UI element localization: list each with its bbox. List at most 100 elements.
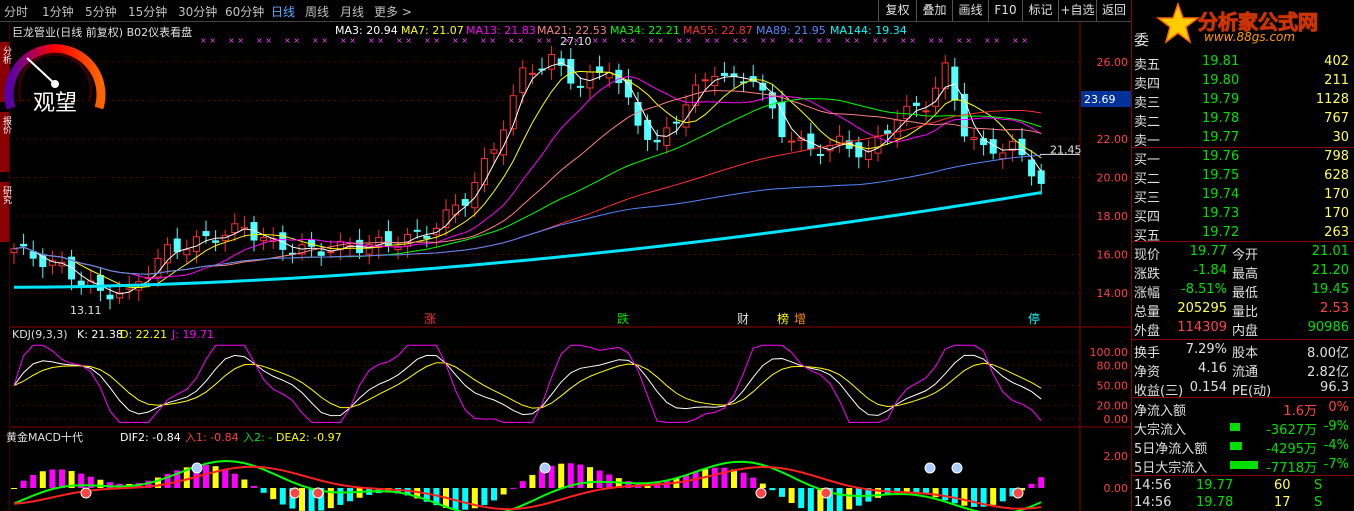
macd-bar: [241, 479, 248, 488]
macd-signal-dot: [1012, 487, 1024, 499]
bid-level-2[interactable]: 买二 19.75 628: [1134, 167, 1353, 187]
bid-price: 19.73: [1202, 206, 1240, 221]
macd-bar: [203, 464, 209, 488]
candle-body: [576, 85, 584, 88]
flow-label: 大宗流入: [1134, 423, 1187, 438]
signal-marker: × ×: [816, 36, 832, 45]
candle-body: [912, 102, 920, 106]
signal-marker: × ×: [760, 36, 776, 45]
ask-level-1[interactable]: 卖一 19.77 30: [1134, 129, 1353, 149]
signal-marker: × ×: [228, 36, 244, 45]
finance-value: 96.3: [1320, 380, 1349, 395]
kdj-d: D: 22.21: [120, 328, 167, 341]
event-tag: 增: [794, 312, 806, 326]
tick-time: 14:56: [1134, 478, 1172, 493]
candle-body: [327, 251, 335, 254]
bid-level-4[interactable]: 买四 19.73 170: [1134, 205, 1353, 225]
signal-marker: × ×: [200, 36, 216, 45]
tf-more[interactable]: 更多 >: [374, 3, 412, 20]
f10-button[interactable]: F10: [988, 0, 1022, 21]
candle-body: [519, 67, 527, 93]
signal-marker: × ×: [312, 36, 328, 45]
tf-60min[interactable]: 60分钟: [225, 3, 264, 20]
signal-marker: × ×: [732, 36, 748, 45]
kdj-j: J: 19.71: [171, 328, 214, 341]
ask-label: 卖五: [1134, 58, 1161, 73]
tf-30min[interactable]: 30分钟: [178, 3, 217, 20]
candle-body: [192, 236, 200, 252]
macd-bar: [212, 466, 219, 488]
quote-row: 涨跌 -1.84 最高 21.20: [1134, 262, 1353, 282]
flow-value: -3627万: [1266, 423, 1317, 438]
tf-15min[interactable]: 15分钟: [128, 3, 167, 20]
tick-time: 14:56: [1134, 495, 1172, 510]
macd-bar: [260, 488, 267, 493]
ma-legend-item: MA144: 19.34: [830, 24, 907, 37]
ask-volume: 211: [1324, 73, 1349, 88]
overlay-button[interactable]: 叠加: [916, 0, 952, 21]
tick-volume: 17: [1274, 495, 1291, 510]
macd-bar: [519, 481, 526, 488]
tf-daily[interactable]: 日线: [271, 3, 295, 20]
quote-panel: 分析家公式网 www.88gs.com 委 卖五 19.81 402 卖四 19.80 2…: [1131, 0, 1354, 511]
candle-body: [173, 238, 181, 253]
candle-body: [567, 59, 575, 84]
adjust-button[interactable]: 复权: [878, 0, 916, 21]
flow-bar: [1230, 423, 1240, 431]
candle-body: [999, 152, 1007, 160]
tick-row: 14:56 19.77 60 S: [1134, 477, 1353, 494]
watchlist-button[interactable]: +自选: [1058, 0, 1096, 21]
back-button[interactable]: 返回: [1096, 0, 1131, 21]
macd-bar: [231, 473, 238, 488]
tf-1min[interactable]: 1分钟: [42, 3, 74, 20]
macd-bar: [462, 488, 469, 510]
candle-body: [231, 223, 239, 234]
macd-bar: [529, 474, 536, 488]
ask-level-3[interactable]: 卖三 19.79 1128: [1134, 91, 1353, 111]
quote-value: 114309: [1177, 320, 1227, 335]
tf-5min[interactable]: 5分钟: [85, 3, 117, 20]
bid-price: 19.75: [1202, 168, 1240, 183]
event-tag: 停: [1028, 311, 1040, 326]
tf-weekly[interactable]: 周线: [305, 3, 329, 20]
macd-bar: [500, 488, 507, 495]
candle-body: [788, 140, 796, 143]
tick-direction: S: [1314, 478, 1323, 493]
macd-bar: [779, 488, 785, 497]
candle-body: [672, 121, 680, 124]
chart-title: 巨龙管业(日线 前复权) B02仪表看盘: [12, 26, 193, 39]
signal-marker: × ×: [648, 36, 664, 45]
signal-marker: × ×: [564, 36, 580, 45]
signal-marker: × ×: [424, 36, 440, 45]
candle-body: [903, 105, 911, 120]
signal-marker: × ×: [956, 36, 972, 45]
macd-bar: [721, 467, 728, 488]
macd-axis-tick: 2.00: [1104, 450, 1129, 463]
macd-bar: [798, 488, 805, 509]
draw-button[interactable]: 画线: [952, 0, 988, 21]
quote-value: -1.84: [1193, 263, 1227, 278]
candle-body: [260, 237, 268, 242]
flow-label: 5日大宗流入: [1134, 461, 1208, 476]
chart-area[interactable]: 26.0024.0022.0020.0018.0016.0014.0023.69…: [0, 22, 1131, 511]
macd-in1: 入1: -0.84: [185, 431, 239, 444]
ask-label: 卖四: [1134, 77, 1161, 92]
ask-level-5[interactable]: 卖五 19.81 402: [1134, 53, 1353, 73]
candle-body: [202, 231, 210, 237]
bid-level-1[interactable]: 买一 19.76 798: [1134, 148, 1353, 168]
bid-level-3[interactable]: 买三 19.74 170: [1134, 186, 1353, 206]
macd-dif: DIF2: -0.84: [120, 431, 181, 444]
tf-monthly[interactable]: 月线: [340, 3, 364, 20]
flow-pct: -9%: [1323, 419, 1349, 434]
ask-level-4[interactable]: 卖四 19.80 211: [1134, 72, 1353, 92]
mark-button[interactable]: 标记: [1022, 0, 1058, 21]
ask-level-2[interactable]: 卖二 19.78 767: [1134, 110, 1353, 130]
macd-bar: [596, 470, 603, 488]
macd-bar: [251, 486, 257, 488]
ma-legend-item: MA13: 21.83: [466, 24, 536, 37]
macd-signal-dot: [539, 462, 551, 474]
flow-value: -4295万: [1266, 442, 1317, 457]
flow-pct: -4%: [1323, 438, 1349, 453]
quote-label: 内盘: [1232, 324, 1259, 339]
tf-tick[interactable]: 分时: [4, 3, 28, 20]
